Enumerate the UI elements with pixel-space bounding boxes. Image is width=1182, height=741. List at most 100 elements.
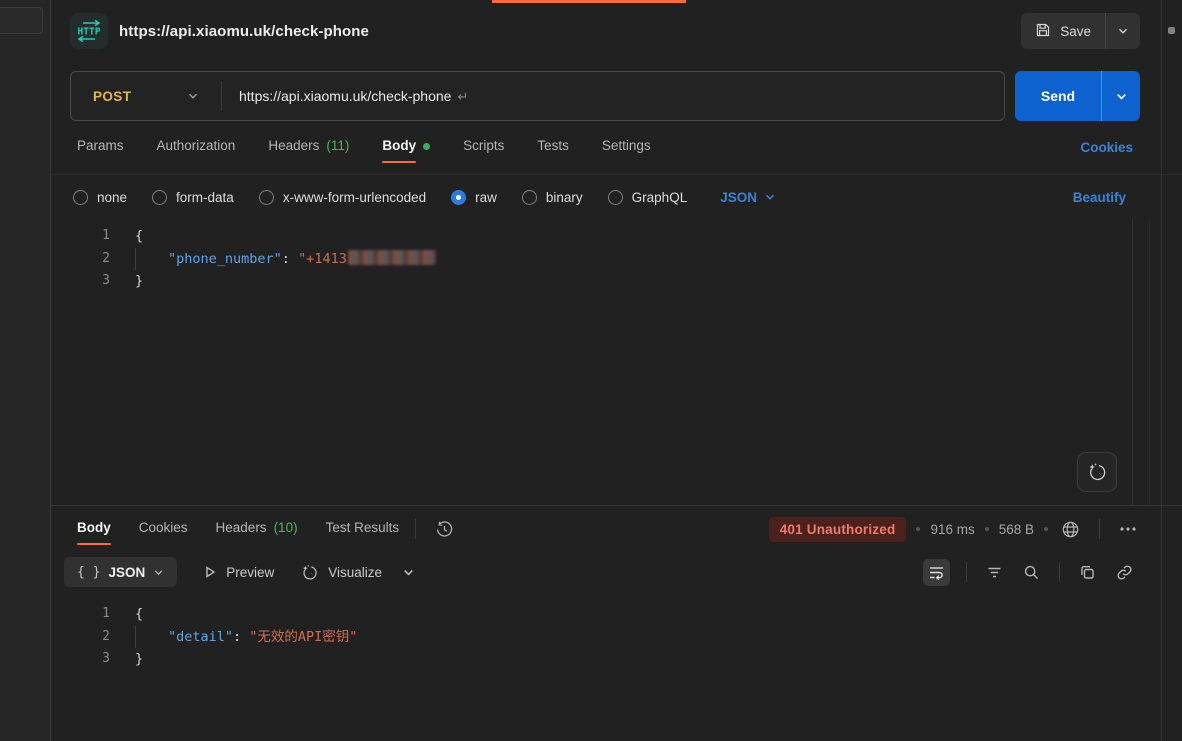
line-number: 1 bbox=[51, 603, 110, 626]
body-type-form-data[interactable]: form-data bbox=[152, 190, 234, 205]
tab-tests[interactable]: Tests bbox=[537, 132, 569, 163]
save-button-group: Save bbox=[1021, 13, 1140, 49]
response-toolbar: { } JSON Preview bbox=[51, 552, 1182, 592]
chevron-down-icon bbox=[187, 90, 199, 102]
json-value: "无效的API密钥" bbox=[249, 629, 357, 645]
status-badge: 401 Unauthorized bbox=[769, 517, 907, 542]
save-button-label: Save bbox=[1060, 24, 1091, 39]
copy-icon[interactable] bbox=[1076, 561, 1099, 584]
json-key: "detail" bbox=[168, 629, 233, 645]
headers-count: (11) bbox=[326, 132, 349, 163]
indent-guide bbox=[135, 626, 168, 648]
response-time: 916 ms bbox=[930, 522, 974, 537]
sidebar-collapsed-tab[interactable] bbox=[0, 7, 43, 34]
response-tab-body[interactable]: Body bbox=[77, 514, 111, 545]
preview-button[interactable]: Preview bbox=[203, 565, 274, 580]
dot-separator bbox=[916, 527, 920, 531]
svg-text:HTTP: HTTP bbox=[78, 27, 101, 38]
tab-params[interactable]: Params bbox=[77, 132, 124, 163]
chevron-down-icon bbox=[1115, 90, 1128, 103]
request-url-row: POST https://api.xiaomu.uk/check-phone↵ … bbox=[70, 71, 1140, 121]
language-selector[interactable]: JSON bbox=[720, 190, 776, 205]
body-type-none[interactable]: none bbox=[73, 190, 127, 205]
chevron-down-icon bbox=[764, 191, 776, 203]
response-history-icon[interactable] bbox=[432, 517, 457, 542]
radio-icon bbox=[259, 190, 274, 205]
response-size: 568 B bbox=[999, 522, 1034, 537]
send-button[interactable]: Send bbox=[1015, 71, 1101, 121]
tab-settings[interactable]: Settings bbox=[602, 132, 651, 163]
body-type-raw[interactable]: raw bbox=[451, 190, 497, 205]
line-number: 2 bbox=[51, 248, 110, 271]
code-line: 2 "detail": "无效的API密钥" bbox=[51, 626, 1182, 649]
left-sidebar bbox=[0, 0, 51, 741]
line-number: 1 bbox=[51, 225, 110, 248]
radio-icon bbox=[73, 190, 88, 205]
method-selector[interactable]: POST bbox=[71, 89, 221, 104]
beautify-link[interactable]: Beautify bbox=[1073, 190, 1126, 205]
radio-selected-icon bbox=[451, 190, 466, 205]
chevron-down-icon bbox=[402, 566, 415, 579]
divider bbox=[1099, 519, 1100, 539]
body-type-graphql[interactable]: GraphQL bbox=[608, 190, 688, 205]
radio-icon bbox=[522, 190, 537, 205]
save-button[interactable]: Save bbox=[1021, 22, 1105, 41]
active-request-tab-indicator bbox=[492, 0, 686, 3]
body-type-binary[interactable]: binary bbox=[522, 190, 583, 205]
visualize-options-chevron[interactable] bbox=[402, 566, 415, 579]
save-options-button[interactable] bbox=[1106, 25, 1140, 37]
request-body-editor[interactable]: 1 { 2 "phone_number": "+1413 3 } bbox=[51, 219, 1182, 505]
response-tab-headers[interactable]: Headers (10) bbox=[216, 514, 298, 545]
response-tab-cookies[interactable]: Cookies bbox=[139, 514, 188, 545]
line-number: 3 bbox=[51, 270, 110, 293]
postbot-sparkle-icon bbox=[1086, 461, 1108, 483]
body-type-urlencoded[interactable]: x-www-form-urlencoded bbox=[259, 190, 426, 205]
response-tabs: Body Cookies Headers (10) Test Results bbox=[77, 514, 399, 545]
more-options-icon[interactable] bbox=[1116, 523, 1140, 535]
radio-icon bbox=[152, 190, 167, 205]
chevron-down-icon bbox=[153, 567, 164, 578]
tab-authorization[interactable]: Authorization bbox=[157, 132, 236, 163]
postbot-button[interactable] bbox=[1077, 452, 1117, 492]
right-rail-partial-icon[interactable] bbox=[1168, 27, 1175, 34]
code-line: 1 { bbox=[51, 603, 1182, 626]
tab-scripts[interactable]: Scripts bbox=[463, 132, 504, 163]
code-line: 1 { bbox=[51, 225, 1182, 248]
response-header: Body Cookies Headers (10) Test Results bbox=[51, 506, 1182, 552]
line-number: 3 bbox=[51, 648, 110, 671]
tab-headers[interactable]: Headers (11) bbox=[268, 132, 349, 163]
redacted-phone-number bbox=[348, 250, 436, 265]
response-panel: Body Cookies Headers (10) Test Results bbox=[51, 505, 1182, 741]
wrap-text-icon[interactable] bbox=[923, 559, 950, 586]
visualize-button[interactable]: Visualize bbox=[300, 563, 382, 582]
send-options-button[interactable] bbox=[1102, 71, 1140, 121]
network-globe-icon[interactable] bbox=[1058, 517, 1083, 542]
body-type-row: none form-data x-www-form-urlencoded raw… bbox=[51, 175, 1182, 219]
save-icon bbox=[1035, 22, 1051, 41]
divider bbox=[1059, 562, 1060, 582]
link-icon[interactable] bbox=[1113, 561, 1136, 584]
json-key: "phone_number" bbox=[168, 251, 282, 267]
response-toolbar-icons bbox=[923, 559, 1136, 586]
response-format-selector[interactable]: { } JSON bbox=[64, 557, 177, 587]
response-body-editor[interactable]: 1 { 2 "detail": "无效的API密钥" 3 } bbox=[51, 592, 1182, 741]
method-url-divider bbox=[221, 81, 222, 111]
divider bbox=[415, 519, 416, 539]
url-input[interactable]: https://api.xiaomu.uk/check-phone↵ bbox=[239, 88, 468, 105]
editor-scrollbar-track[interactable] bbox=[1149, 219, 1150, 505]
response-meta: 401 Unauthorized 916 ms 568 B bbox=[769, 517, 1140, 542]
cookies-link[interactable]: Cookies bbox=[1080, 140, 1133, 155]
url-container: POST https://api.xiaomu.uk/check-phone↵ bbox=[70, 71, 1005, 121]
method-label: POST bbox=[93, 89, 131, 104]
response-headers-count: (10) bbox=[274, 514, 298, 545]
filter-icon[interactable] bbox=[983, 561, 1006, 584]
request-header: HTTP https://api.xiaomu.uk/check-phone S… bbox=[51, 0, 1182, 62]
indent-guide bbox=[135, 248, 168, 270]
body-modified-dot bbox=[423, 143, 430, 150]
search-icon[interactable] bbox=[1020, 561, 1043, 584]
code-line: 3 } bbox=[51, 270, 1182, 293]
tab-body[interactable]: Body bbox=[382, 132, 430, 163]
visualize-sparkle-icon bbox=[300, 563, 319, 582]
code-line: 2 "phone_number": "+1413 bbox=[51, 248, 1182, 271]
response-tab-test-results[interactable]: Test Results bbox=[326, 514, 400, 545]
